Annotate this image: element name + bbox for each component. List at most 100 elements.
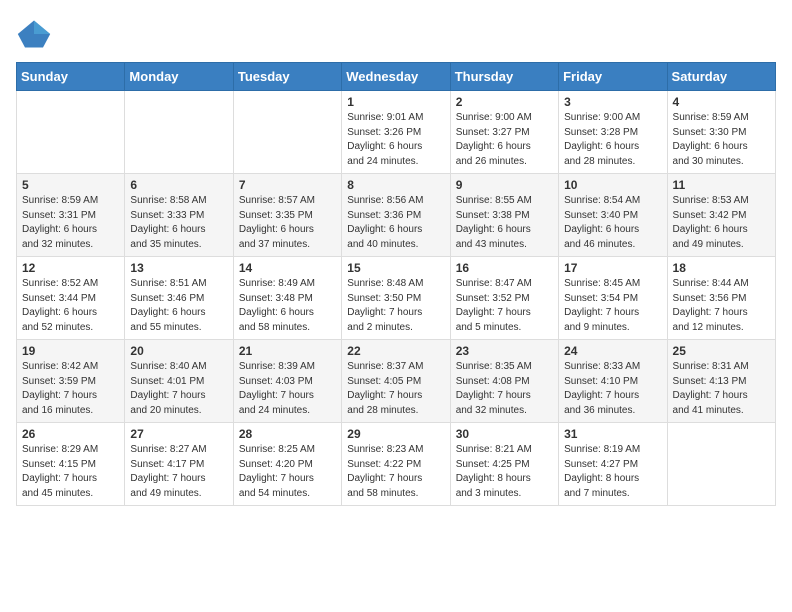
day-info: Sunrise: 8:51 AM Sunset: 3:46 PM Dayligh…: [130, 277, 227, 335]
day-info: Sunrise: 8:25 AM Sunset: 4:20 PM Dayligh…: [239, 443, 336, 501]
day-number: 22: [347, 344, 444, 358]
calendar-cell: 23 Sunrise: 8:35 AM Sunset: 4:08 PM Dayli…: [450, 340, 558, 423]
day-info: Sunrise: 8:39 AM Sunset: 4:03 PM Dayligh…: [239, 360, 336, 418]
day-info: Sunrise: 8:49 AM Sunset: 3:48 PM Dayligh…: [239, 277, 336, 335]
calendar-week-2: 5 Sunrise: 8:59 AM Sunset: 3:31 PM Daylig…: [17, 174, 776, 257]
day-info: Sunrise: 8:54 AM Sunset: 3:40 PM Dayligh…: [564, 194, 661, 252]
logo: [16, 16, 58, 52]
day-number: 26: [22, 427, 119, 441]
calendar-cell: 17 Sunrise: 8:45 AM Sunset: 3:54 PM Dayli…: [559, 257, 667, 340]
day-info: Sunrise: 8:59 AM Sunset: 3:30 PM Dayligh…: [673, 111, 770, 169]
day-number: 29: [347, 427, 444, 441]
calendar-cell: 15 Sunrise: 8:48 AM Sunset: 3:50 PM Dayli…: [342, 257, 450, 340]
weekday-header-wednesday: Wednesday: [342, 63, 450, 91]
calendar-cell: 14 Sunrise: 8:49 AM Sunset: 3:48 PM Dayli…: [233, 257, 341, 340]
day-number: 6: [130, 178, 227, 192]
weekday-header-row: SundayMondayTuesdayWednesdayThursdayFrid…: [17, 63, 776, 91]
day-info: Sunrise: 8:37 AM Sunset: 4:05 PM Dayligh…: [347, 360, 444, 418]
day-info: Sunrise: 8:55 AM Sunset: 3:38 PM Dayligh…: [456, 194, 553, 252]
day-number: 3: [564, 95, 661, 109]
day-number: 11: [673, 178, 770, 192]
calendar-cell: 29 Sunrise: 8:23 AM Sunset: 4:22 PM Dayli…: [342, 423, 450, 506]
calendar-cell: [125, 91, 233, 174]
day-info: Sunrise: 8:40 AM Sunset: 4:01 PM Dayligh…: [130, 360, 227, 418]
day-number: 25: [673, 344, 770, 358]
day-number: 9: [456, 178, 553, 192]
calendar-week-1: 1Sunrise: 9:01 AM Sunset: 3:26 PM Daylig…: [17, 91, 776, 174]
weekday-header-tuesday: Tuesday: [233, 63, 341, 91]
calendar-cell: 5 Sunrise: 8:59 AM Sunset: 3:31 PM Daylig…: [17, 174, 125, 257]
calendar-cell: 28Sunrise: 8:25 AM Sunset: 4:20 PM Dayli…: [233, 423, 341, 506]
calendar-cell: 16 Sunrise: 8:47 AM Sunset: 3:52 PM Dayli…: [450, 257, 558, 340]
calendar-cell: 6 Sunrise: 8:58 AM Sunset: 3:33 PM Daylig…: [125, 174, 233, 257]
calendar-cell: 12 Sunrise: 8:52 AM Sunset: 3:44 PM Dayli…: [17, 257, 125, 340]
day-info: Sunrise: 8:29 AM Sunset: 4:15 PM Dayligh…: [22, 443, 119, 501]
calendar-cell: 11 Sunrise: 8:53 AM Sunset: 3:42 PM Dayli…: [667, 174, 775, 257]
day-number: 24: [564, 344, 661, 358]
calendar-week-3: 12 Sunrise: 8:52 AM Sunset: 3:44 PM Dayli…: [17, 257, 776, 340]
day-number: 12: [22, 261, 119, 275]
day-info: Sunrise: 8:45 AM Sunset: 3:54 PM Dayligh…: [564, 277, 661, 335]
day-info: Sunrise: 9:00 AM Sunset: 3:28 PM Dayligh…: [564, 111, 661, 169]
calendar-week-5: 26 Sunrise: 8:29 AM Sunset: 4:15 PM Dayli…: [17, 423, 776, 506]
calendar-cell: 22 Sunrise: 8:37 AM Sunset: 4:05 PM Dayli…: [342, 340, 450, 423]
calendar-cell: [17, 91, 125, 174]
day-number: 20: [130, 344, 227, 358]
day-info: Sunrise: 9:00 AM Sunset: 3:27 PM Dayligh…: [456, 111, 553, 169]
calendar-cell: 21 Sunrise: 8:39 AM Sunset: 4:03 PM Dayli…: [233, 340, 341, 423]
calendar-cell: [233, 91, 341, 174]
day-number: 18: [673, 261, 770, 275]
day-number: 14: [239, 261, 336, 275]
day-info: Sunrise: 8:21 AM Sunset: 4:25 PM Dayligh…: [456, 443, 553, 501]
day-number: 8: [347, 178, 444, 192]
day-number: 10: [564, 178, 661, 192]
day-info: Sunrise: 8:58 AM Sunset: 3:33 PM Dayligh…: [130, 194, 227, 252]
day-number: 5: [22, 178, 119, 192]
calendar-cell: 27Sunrise: 8:27 AM Sunset: 4:17 PM Dayli…: [125, 423, 233, 506]
calendar-cell: 4 Sunrise: 8:59 AM Sunset: 3:30 PM Daylig…: [667, 91, 775, 174]
calendar-cell: 19Sunrise: 8:42 AM Sunset: 3:59 PM Dayli…: [17, 340, 125, 423]
calendar-cell: 20 Sunrise: 8:40 AM Sunset: 4:01 PM Dayli…: [125, 340, 233, 423]
calendar-cell: [667, 423, 775, 506]
weekday-header-thursday: Thursday: [450, 63, 558, 91]
day-number: 23: [456, 344, 553, 358]
page-container: SundayMondayTuesdayWednesdayThursdayFrid…: [0, 0, 792, 516]
day-number: 21: [239, 344, 336, 358]
day-number: 16: [456, 261, 553, 275]
day-info: Sunrise: 8:59 AM Sunset: 3:31 PM Dayligh…: [22, 194, 119, 252]
header: [16, 16, 776, 52]
calendar-cell: 1Sunrise: 9:01 AM Sunset: 3:26 PM Daylig…: [342, 91, 450, 174]
day-number: 2: [456, 95, 553, 109]
day-info: Sunrise: 8:44 AM Sunset: 3:56 PM Dayligh…: [673, 277, 770, 335]
day-number: 15: [347, 261, 444, 275]
calendar-cell: 30 Sunrise: 8:21 AM Sunset: 4:25 PM Dayli…: [450, 423, 558, 506]
day-number: 31: [564, 427, 661, 441]
day-info: Sunrise: 8:48 AM Sunset: 3:50 PM Dayligh…: [347, 277, 444, 335]
calendar-week-4: 19Sunrise: 8:42 AM Sunset: 3:59 PM Dayli…: [17, 340, 776, 423]
day-info: Sunrise: 8:47 AM Sunset: 3:52 PM Dayligh…: [456, 277, 553, 335]
day-info: Sunrise: 8:23 AM Sunset: 4:22 PM Dayligh…: [347, 443, 444, 501]
day-info: Sunrise: 8:52 AM Sunset: 3:44 PM Dayligh…: [22, 277, 119, 335]
day-info: Sunrise: 9:01 AM Sunset: 3:26 PM Dayligh…: [347, 111, 444, 169]
calendar-cell: 13 Sunrise: 8:51 AM Sunset: 3:46 PM Dayli…: [125, 257, 233, 340]
day-info: Sunrise: 8:35 AM Sunset: 4:08 PM Dayligh…: [456, 360, 553, 418]
calendar-cell: 3 Sunrise: 9:00 AM Sunset: 3:28 PM Daylig…: [559, 91, 667, 174]
calendar-cell: 10 Sunrise: 8:54 AM Sunset: 3:40 PM Dayli…: [559, 174, 667, 257]
calendar-cell: 8 Sunrise: 8:56 AM Sunset: 3:36 PM Daylig…: [342, 174, 450, 257]
weekday-header-saturday: Saturday: [667, 63, 775, 91]
day-info: Sunrise: 8:31 AM Sunset: 4:13 PM Dayligh…: [673, 360, 770, 418]
calendar-cell: 9 Sunrise: 8:55 AM Sunset: 3:38 PM Daylig…: [450, 174, 558, 257]
day-info: Sunrise: 8:42 AM Sunset: 3:59 PM Dayligh…: [22, 360, 119, 418]
calendar-cell: 7Sunrise: 8:57 AM Sunset: 3:35 PM Daylig…: [233, 174, 341, 257]
calendar-table: SundayMondayTuesdayWednesdayThursdayFrid…: [16, 62, 776, 506]
day-number: 13: [130, 261, 227, 275]
day-number: 30: [456, 427, 553, 441]
day-number: 4: [673, 95, 770, 109]
day-info: Sunrise: 8:56 AM Sunset: 3:36 PM Dayligh…: [347, 194, 444, 252]
day-number: 17: [564, 261, 661, 275]
day-info: Sunrise: 8:57 AM Sunset: 3:35 PM Dayligh…: [239, 194, 336, 252]
day-info: Sunrise: 8:53 AM Sunset: 3:42 PM Dayligh…: [673, 194, 770, 252]
calendar-cell: 26 Sunrise: 8:29 AM Sunset: 4:15 PM Dayli…: [17, 423, 125, 506]
weekday-header-friday: Friday: [559, 63, 667, 91]
weekday-header-monday: Monday: [125, 63, 233, 91]
